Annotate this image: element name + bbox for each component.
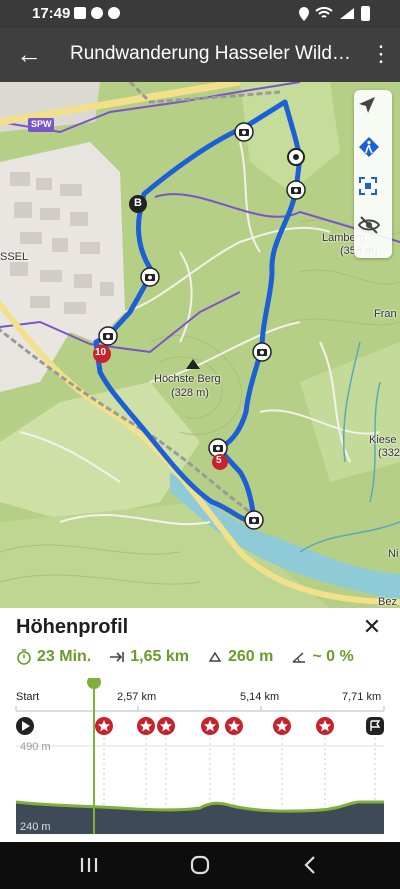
status-bar: 17:49 bbox=[0, 0, 400, 28]
panel-title: Höhenprofil bbox=[16, 616, 129, 638]
back-arrow-icon[interactable]: ← bbox=[14, 40, 44, 70]
signal-icon bbox=[340, 8, 354, 19]
hide-eye-icon[interactable] bbox=[358, 216, 388, 246]
map-toolbar bbox=[354, 90, 392, 258]
place-label-kiese-elevation: (332 bbox=[378, 447, 400, 459]
road-label-spw: SPW bbox=[31, 119, 52, 129]
more-options-icon[interactable]: ⋮ bbox=[370, 41, 392, 69]
elevation-profile-panel: Höhenprofil ✕ 23 Min. 1,65 km 260 m ~ 0 … bbox=[0, 608, 400, 842]
elevation-chart-canvas bbox=[15, 678, 385, 834]
distance-stat: 1,65 km bbox=[109, 648, 189, 666]
ascent-stat: 260 m bbox=[207, 648, 273, 666]
peak-label: Höchste Berg bbox=[154, 373, 221, 385]
tour-stats: 23 Min. 1,65 km 260 m ~ 0 % bbox=[16, 648, 372, 666]
map-view[interactable]: SPW SSEL Höchste Berg (328 m) Lamberg (3… bbox=[0, 82, 400, 608]
waypoint-b-label: B bbox=[134, 197, 142, 209]
app-notification-icon bbox=[108, 7, 120, 19]
slope-value: ~ 0 % bbox=[312, 648, 354, 665]
messenger-notification-icon bbox=[91, 7, 103, 19]
back-nav-icon[interactable] bbox=[298, 852, 324, 878]
tour-title: Rundwanderung Hasseler Wilds... bbox=[70, 43, 356, 64]
duration-stat: 23 Min. bbox=[16, 648, 91, 666]
location-icon bbox=[299, 6, 309, 21]
slope-angle-icon bbox=[292, 652, 306, 663]
elevation-chart[interactable]: Start 2,57 km 5,14 km 7,71 km 490 m 240 … bbox=[0, 678, 400, 842]
distance-value: 1,65 km bbox=[130, 648, 189, 665]
gallery-notification-icon bbox=[74, 7, 86, 19]
place-label-bez: Bez bbox=[378, 596, 397, 608]
waypoint-10-label: 10 bbox=[95, 347, 107, 358]
map-canvas bbox=[0, 82, 400, 608]
duration-value: 23 Min. bbox=[37, 648, 92, 665]
axis-label-start: Start bbox=[16, 691, 40, 703]
elevation-bottom-label: 240 m bbox=[20, 821, 51, 833]
town-label: SSEL bbox=[0, 251, 29, 263]
focus-route-icon[interactable] bbox=[358, 176, 388, 206]
notification-icons bbox=[74, 7, 120, 19]
ascent-triangle-icon bbox=[208, 651, 222, 662]
battery-icon bbox=[361, 6, 370, 21]
system-nav-bar bbox=[0, 842, 400, 889]
place-label-kiese: Kiese bbox=[369, 434, 397, 446]
close-icon[interactable]: ✕ bbox=[360, 616, 384, 640]
recent-apps-icon[interactable] bbox=[76, 852, 102, 878]
stopwatch-icon bbox=[17, 649, 31, 665]
hiker-sign-icon[interactable] bbox=[358, 136, 388, 166]
place-label-fran: Fran bbox=[374, 308, 397, 320]
axis-label-km1: 2,57 km bbox=[117, 691, 157, 703]
axis-label-km2: 5,14 km bbox=[240, 691, 280, 703]
elevation-top-label: 490 m bbox=[20, 741, 51, 753]
place-label-ni: Ni bbox=[388, 548, 399, 560]
system-icons bbox=[299, 6, 370, 21]
wifi-icon bbox=[315, 7, 333, 18]
status-time: 17:49 bbox=[32, 5, 71, 22]
peak-elevation-label: (328 m) bbox=[171, 387, 209, 399]
axis-label-km3: 7,71 km bbox=[342, 691, 382, 703]
navigation-arrow-icon[interactable] bbox=[358, 96, 388, 126]
waypoint-5-label: 5 bbox=[216, 455, 222, 466]
home-icon[interactable] bbox=[187, 852, 213, 878]
app-bar: ← Rundwanderung Hasseler Wilds... ⋮ bbox=[0, 28, 400, 82]
distance-arrow-icon bbox=[110, 652, 125, 662]
slope-stat: ~ 0 % bbox=[291, 648, 354, 666]
ascent-value: 260 m bbox=[227, 648, 274, 665]
